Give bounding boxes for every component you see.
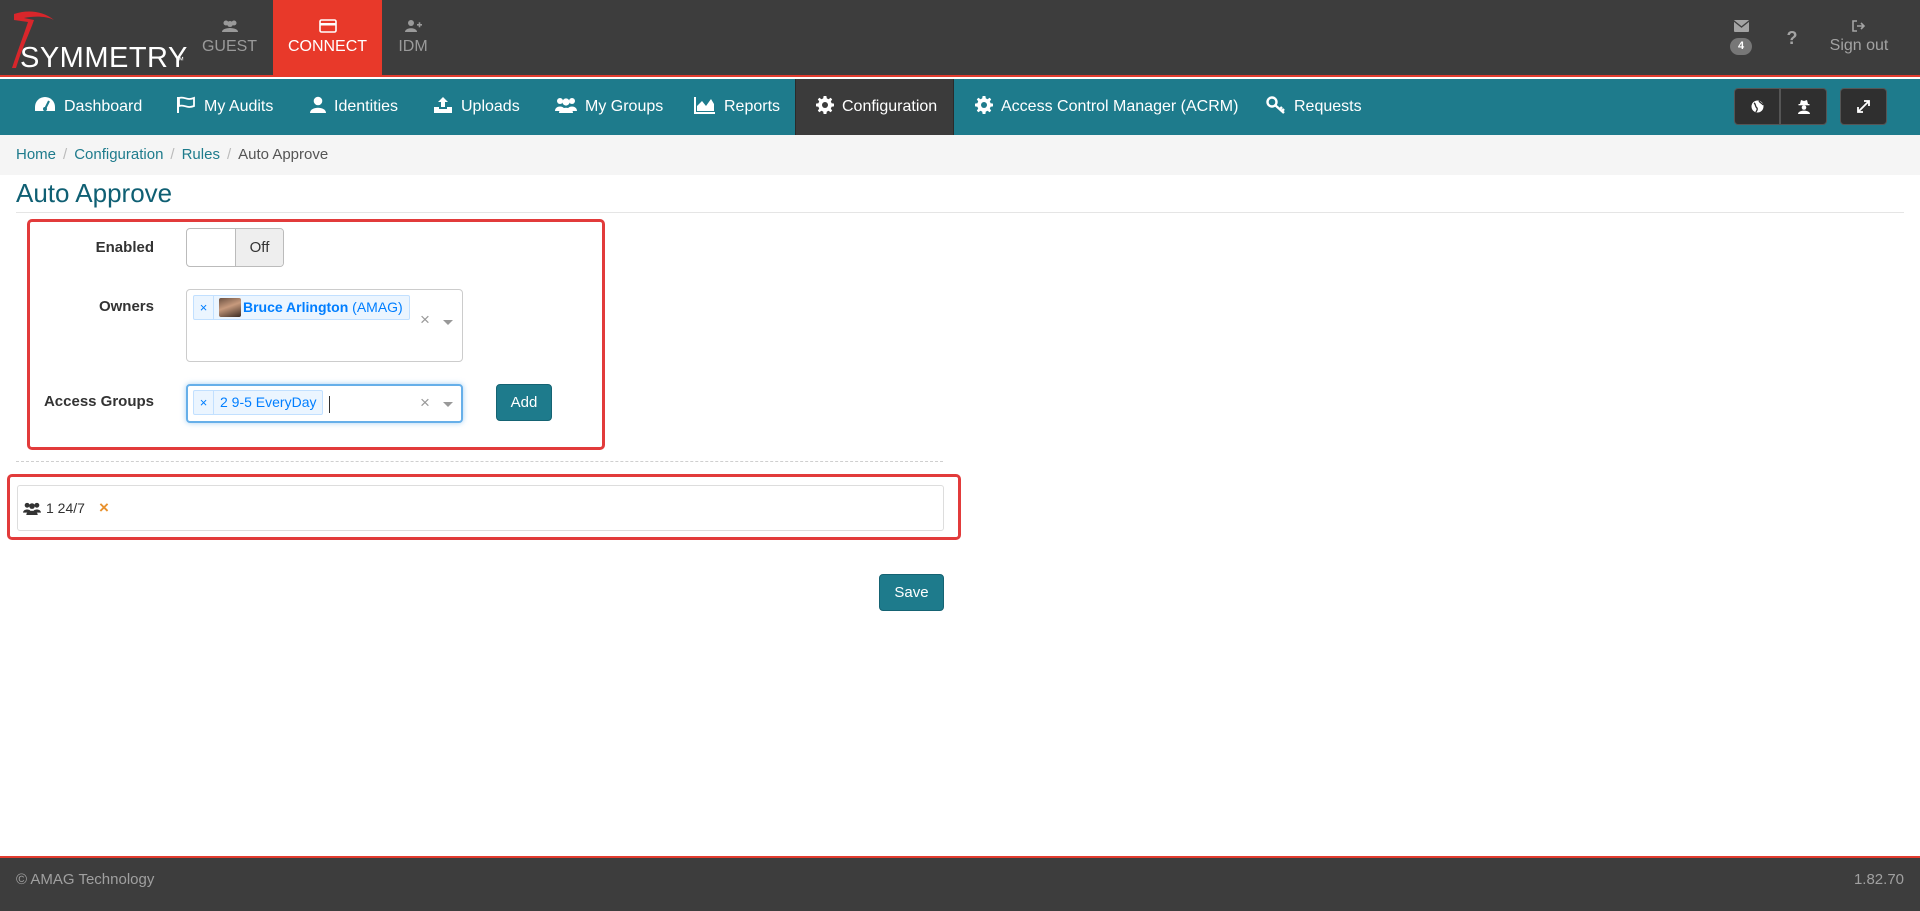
version: 1.82.70 bbox=[1853, 871, 1904, 888]
nav-item-acrm[interactable]: Access Control Manager (ACRM) bbox=[975, 79, 1238, 135]
chevron-down-icon[interactable] bbox=[443, 320, 453, 325]
footer: © AMAG Technology 1.82.70 bbox=[0, 856, 1920, 911]
question-icon: ? bbox=[1786, 28, 1798, 48]
nav-label: Uploads bbox=[461, 98, 520, 115]
envelope-icon bbox=[1733, 20, 1749, 32]
nav-item-requests[interactable]: Requests bbox=[1266, 79, 1362, 135]
main-navigation: Dashboard My Audits Identities Uploads M… bbox=[0, 79, 1920, 135]
credit-card-icon bbox=[318, 19, 337, 33]
nav-label: Requests bbox=[1294, 98, 1362, 115]
list-item: 1 24/7 bbox=[23, 486, 85, 530]
user-plus-icon bbox=[405, 20, 422, 32]
text-cursor bbox=[329, 396, 330, 413]
symmetry-logo[interactable]: SYMMETRY ™ bbox=[8, 8, 187, 74]
access-group-name: 2 9-5 EveryDay bbox=[220, 394, 317, 410]
save-button[interactable]: Save bbox=[879, 574, 944, 611]
app-tab-guest[interactable]: GUEST bbox=[175, 0, 284, 77]
top-bar: SYMMETRY ™ GUEST CONNECT IDM 4 ? Sign ou… bbox=[0, 0, 1920, 77]
remove-access-group-button[interactable]: × bbox=[194, 391, 214, 414]
users-icon bbox=[221, 20, 238, 32]
nav-label: Dashboard bbox=[64, 98, 143, 115]
sign-out-button[interactable]: Sign out bbox=[1820, 0, 1898, 77]
owner-chip: × Bruce Arlington (AMAG) bbox=[193, 295, 410, 320]
message-count-badge: 4 bbox=[1730, 38, 1752, 55]
app-tab-label: CONNECT bbox=[287, 38, 368, 55]
messages-button[interactable]: 4 bbox=[1725, 0, 1757, 77]
area-chart-icon bbox=[694, 97, 715, 114]
group-name: 1 24/7 bbox=[46, 500, 85, 516]
avatar bbox=[219, 298, 241, 317]
remove-group-button[interactable]: × bbox=[99, 498, 109, 518]
sign-out-label: Sign out bbox=[1829, 37, 1889, 54]
gear-icon bbox=[816, 96, 834, 114]
user-secret-icon bbox=[1797, 99, 1810, 114]
nav-label: My Audits bbox=[204, 98, 274, 115]
breadcrumb-home[interactable]: Home bbox=[16, 146, 56, 163]
owners-select[interactable]: × Bruce Arlington (AMAG) × bbox=[186, 289, 463, 362]
toggle-state: Off bbox=[235, 229, 283, 266]
nav-label: Configuration bbox=[842, 98, 938, 115]
nav-item-my-audits[interactable]: My Audits bbox=[176, 79, 273, 135]
language-button[interactable] bbox=[1734, 88, 1780, 125]
logo-text: SYMMETRY bbox=[20, 42, 188, 74]
dashboard-icon bbox=[35, 97, 55, 111]
owner-name: Bruce Arlington bbox=[243, 299, 349, 315]
upload-icon bbox=[434, 97, 452, 113]
nav-item-dashboard[interactable]: Dashboard bbox=[34, 79, 142, 135]
breadcrumb-separator: / bbox=[170, 146, 175, 163]
clear-access-groups-button[interactable]: × bbox=[420, 393, 430, 413]
user-icon bbox=[310, 96, 326, 113]
clear-owners-button[interactable]: × bbox=[420, 310, 430, 330]
divider bbox=[16, 461, 943, 462]
users-icon bbox=[555, 98, 577, 113]
breadcrumb: Home / Configuration / Rules / Auto Approve bbox=[0, 135, 1920, 175]
nav-label: Reports bbox=[724, 98, 781, 115]
app-tab-label: GUEST bbox=[201, 38, 258, 55]
nav-label: Access Control Manager (ACRM) bbox=[1001, 98, 1239, 115]
enabled-toggle[interactable]: Off bbox=[186, 228, 284, 267]
flag-icon bbox=[177, 96, 195, 113]
remove-owner-button[interactable]: × bbox=[194, 296, 214, 319]
breadcrumb-current: Auto Approve bbox=[238, 146, 329, 163]
nav-item-identities[interactable]: Identities bbox=[310, 79, 398, 135]
app-tab-label: IDM bbox=[398, 38, 428, 55]
chevron-down-icon[interactable] bbox=[443, 402, 453, 407]
divider bbox=[16, 212, 1904, 213]
user-profile-button[interactable] bbox=[1780, 88, 1827, 125]
nav-item-my-groups[interactable]: My Groups bbox=[555, 79, 663, 135]
sign-out-icon bbox=[1852, 20, 1866, 32]
globe-icon bbox=[1751, 100, 1764, 113]
enabled-label: Enabled bbox=[95, 239, 154, 256]
owners-label: Owners bbox=[98, 298, 154, 315]
nav-item-uploads[interactable]: Uploads bbox=[433, 79, 520, 135]
add-button[interactable]: Add bbox=[496, 384, 552, 421]
gear-icon bbox=[975, 96, 993, 114]
nav-item-reports[interactable]: Reports bbox=[694, 79, 780, 135]
owner-org: (AMAG) bbox=[352, 299, 403, 315]
key-icon bbox=[1266, 96, 1285, 114]
nav-item-configuration[interactable]: Configuration bbox=[795, 79, 955, 135]
breadcrumb-configuration[interactable]: Configuration bbox=[74, 146, 163, 163]
access-groups-label: Access Groups bbox=[43, 393, 154, 410]
users-icon bbox=[23, 502, 41, 515]
breadcrumb-rules[interactable]: Rules bbox=[182, 146, 220, 163]
access-groups-list: 1 24/7 × bbox=[17, 485, 944, 531]
fullscreen-button[interactable] bbox=[1840, 88, 1887, 125]
help-button[interactable]: ? bbox=[1778, 0, 1806, 77]
breadcrumb-separator: / bbox=[226, 146, 232, 163]
nav-label: Identities bbox=[334, 98, 399, 115]
access-groups-select[interactable]: × 2 9-5 EveryDay × bbox=[186, 384, 463, 423]
app-tab-idm[interactable]: IDM bbox=[358, 0, 468, 77]
copyright: © AMAG Technology bbox=[16, 871, 155, 888]
access-group-chip: × 2 9-5 EveryDay bbox=[193, 390, 324, 415]
expand-icon bbox=[1857, 100, 1870, 113]
page-title: Auto Approve bbox=[16, 178, 173, 208]
nav-label: My Groups bbox=[585, 98, 664, 115]
breadcrumb-separator: / bbox=[63, 146, 68, 163]
